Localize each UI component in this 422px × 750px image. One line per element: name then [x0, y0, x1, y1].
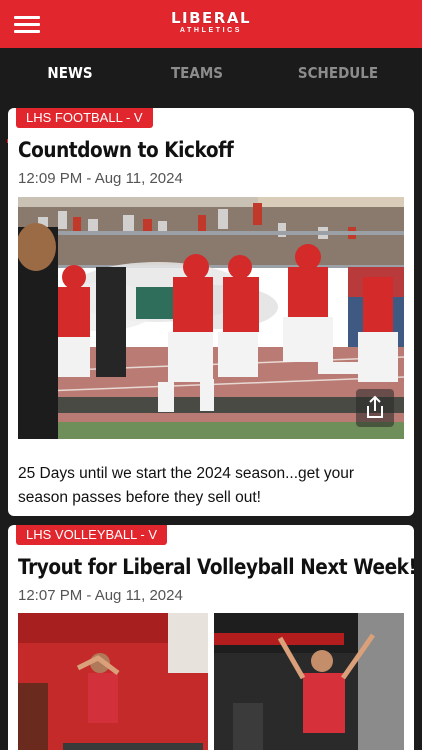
- liberal-athletics-logo: LIBERAL ATHLETICS: [160, 10, 262, 36]
- news-card[interactable]: LHS VOLLEYBALL - V Tryout for Liberal Vo…: [8, 525, 414, 750]
- article-summary: 25 Days until we start the 2024 season..…: [18, 465, 355, 506]
- logo-sub-text: ATHLETICS: [179, 27, 243, 34]
- hamburger-menu-icon[interactable]: [14, 14, 40, 34]
- news-card[interactable]: LHS FOOTBALL - V Countdown to Kickoff 12…: [8, 108, 414, 516]
- news-feed[interactable]: LHS FOOTBALL - V Countdown to Kickoff 12…: [0, 98, 422, 750]
- section-tabs: NEWS TEAMS SCHEDULE: [0, 48, 422, 143]
- share-icon: [367, 395, 383, 418]
- tab-news[interactable]: NEWS: [7, 48, 133, 98]
- top-app-bar: LIBERAL ATHLETICS: [0, 0, 422, 48]
- football-team-photo: [18, 197, 404, 439]
- article-timestamp: 12:09 PM - Aug 11, 2024: [18, 170, 183, 187]
- article-photo[interactable]: [18, 613, 404, 750]
- share-button[interactable]: [356, 389, 394, 427]
- tab-teams[interactable]: TEAMS: [134, 48, 260, 98]
- article-timestamp: 12:07 PM - Aug 11, 2024: [18, 587, 183, 604]
- tab-schedule[interactable]: SCHEDULE: [275, 48, 401, 98]
- logo-main-text: LIBERAL: [170, 9, 252, 27]
- article-photo[interactable]: [18, 197, 404, 439]
- team-badge[interactable]: LHS FOOTBALL - V: [16, 108, 153, 128]
- team-badge[interactable]: LHS VOLLEYBALL - V: [16, 525, 168, 545]
- article-title[interactable]: Tryout for Liberal Volleyball Next Week!: [18, 555, 414, 579]
- volleyball-tryout-photo: [18, 613, 404, 750]
- article-title[interactable]: Countdown to Kickoff: [18, 138, 234, 162]
